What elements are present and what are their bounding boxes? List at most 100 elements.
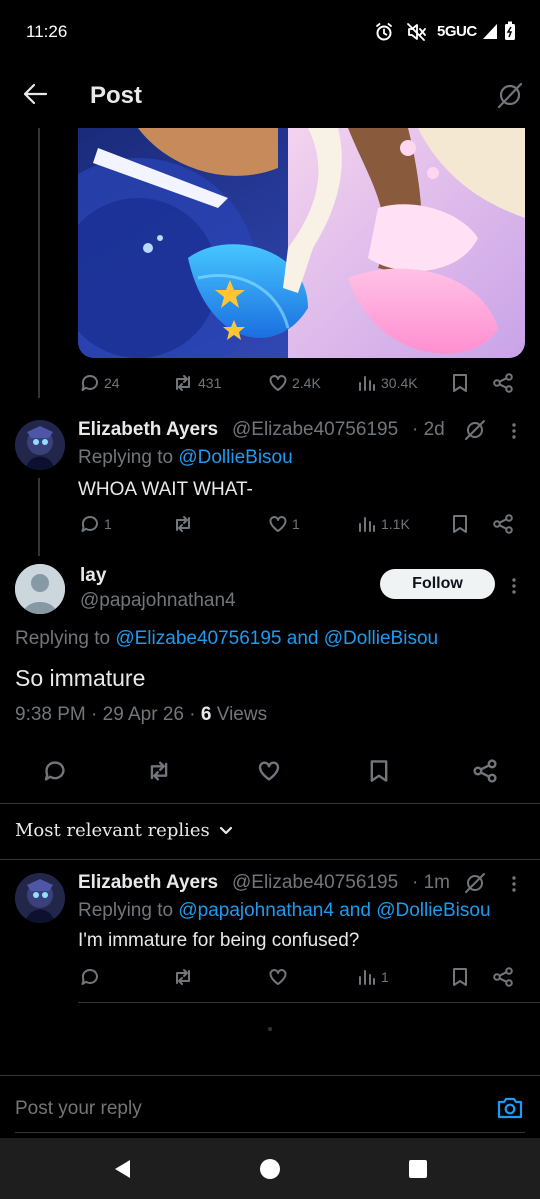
author-name[interactable]: Elizabeth Ayers — [78, 872, 218, 894]
heart-icon — [268, 514, 288, 534]
repost-icon[interactable] — [146, 759, 172, 783]
avatar[interactable] — [15, 420, 65, 470]
author-name[interactable]: lay — [80, 565, 106, 587]
heart-icon[interactable] — [257, 759, 281, 783]
like-action[interactable]: 2.4K — [268, 373, 321, 393]
reply-action[interactable]: 1 — [80, 514, 112, 534]
reply-text: I'm immature for being confused? — [78, 930, 360, 951]
avatar-illustration — [15, 420, 65, 470]
share-icon[interactable] — [492, 967, 514, 987]
bookmark-icon[interactable] — [451, 514, 469, 534]
avatar-illustration — [15, 873, 65, 923]
repost-count: 431 — [198, 375, 222, 391]
author-name[interactable]: Elizabeth Ayers — [78, 419, 218, 441]
views-label: Views — [216, 704, 268, 725]
views-count: 30.4K — [381, 375, 418, 391]
more-icon[interactable] — [510, 874, 518, 894]
camera-icon[interactable] — [496, 1095, 524, 1121]
views-icon — [357, 373, 377, 393]
loading-indicator — [268, 1027, 272, 1031]
nav-recents-icon[interactable] — [408, 1159, 428, 1179]
bookmark-icon[interactable] — [368, 759, 390, 783]
post-image[interactable] — [78, 128, 525, 358]
replying-prefix: Replying to — [78, 447, 174, 468]
author-handle[interactable]: @Elizabe40756195 — [232, 419, 398, 441]
views-action[interactable]: 30.4K — [357, 373, 418, 393]
like-count: 1 — [292, 516, 300, 532]
views-count: 1 — [381, 969, 389, 985]
reply-input[interactable] — [15, 1094, 475, 1124]
reply-text: WHOA WAIT WHAT- — [78, 479, 253, 500]
post-meta: 9:38 PM · 29 Apr 26 · 6 Views — [15, 704, 267, 726]
author-handle[interactable]: @papajohnathan4 — [80, 590, 236, 612]
repost-icon[interactable] — [172, 967, 194, 987]
system-nav-bar — [0, 1138, 540, 1199]
default-avatar-icon — [15, 564, 65, 614]
network-label: 5GUC — [437, 23, 477, 40]
share-icon[interactable] — [492, 373, 514, 393]
divider — [0, 803, 540, 804]
more-icon[interactable] — [510, 421, 518, 441]
mute-icon — [406, 23, 426, 41]
post-time: · 1m — [412, 872, 450, 893]
replies-sort-dropdown[interactable]: Most relevant replies — [15, 820, 234, 841]
nav-back-icon[interactable] — [112, 1158, 134, 1180]
like-count: 2.4K — [292, 375, 321, 391]
views-count: 1.1K — [381, 516, 410, 532]
battery-icon — [504, 21, 516, 41]
avatar[interactable] — [15, 873, 65, 923]
replying-to-link[interactable]: @DollieBisou — [178, 447, 292, 468]
repost-icon — [172, 373, 194, 393]
reply-icon[interactable] — [43, 759, 67, 783]
repost-action[interactable] — [172, 514, 198, 534]
chevron-down-icon — [218, 825, 234, 837]
reply-count: 1 — [104, 516, 112, 532]
divider — [0, 1075, 540, 1076]
bookmark-icon[interactable] — [451, 373, 469, 393]
share-icon[interactable] — [472, 759, 498, 783]
share-icon[interactable] — [492, 514, 514, 534]
views-icon — [357, 967, 377, 987]
alarm-icon — [374, 22, 394, 42]
back-arrow-icon[interactable] — [22, 82, 48, 106]
reply-action[interactable]: 24 — [80, 373, 120, 393]
repost-action[interactable]: 431 — [172, 373, 221, 393]
reply-icon — [80, 373, 100, 393]
replying-to: Replying to @DollieBisou — [78, 447, 293, 469]
status-time: 11:26 — [26, 22, 68, 41]
views-number: 6 — [200, 704, 212, 725]
reply-count: 24 — [104, 375, 120, 391]
nav-home-icon[interactable] — [259, 1158, 281, 1180]
reply-icon[interactable] — [80, 967, 100, 987]
bookmark-icon[interactable] — [451, 967, 469, 987]
divider — [0, 859, 540, 860]
mermaid-illustration — [78, 128, 525, 358]
thread-line — [38, 478, 40, 556]
avatar[interactable] — [15, 564, 65, 614]
replying-to-link[interactable]: @Elizabe40756195 and @DollieBisou — [115, 628, 438, 649]
more-icon[interactable] — [510, 576, 518, 596]
grok-icon[interactable] — [496, 81, 524, 109]
repost-icon — [172, 514, 194, 534]
author-handle[interactable]: @Elizabe40756195 — [232, 872, 398, 894]
views-action[interactable]: 1 — [357, 967, 389, 987]
views-action[interactable]: 1.1K — [357, 514, 410, 534]
follow-button[interactable]: Follow — [380, 569, 495, 599]
replying-to-link[interactable]: @papajohnathan4 and @DollieBisou — [178, 900, 490, 921]
grok-icon[interactable] — [464, 419, 486, 441]
like-action[interactable]: 1 — [268, 514, 300, 534]
page-title: Post — [90, 82, 143, 109]
replying-to: Replying to @Elizabe40756195 and @Dollie… — [15, 628, 438, 650]
thread-line — [38, 128, 40, 398]
replies-sort-label: Most relevant replies — [15, 820, 210, 841]
heart-icon[interactable] — [268, 967, 288, 987]
replying-to: Replying to @papajohnathan4 and @DollieB… — [78, 900, 491, 922]
views-icon — [357, 514, 377, 534]
heart-icon — [268, 373, 288, 393]
top-app-bar: Post — [0, 64, 540, 128]
post-time: · 2d — [412, 419, 445, 440]
divider — [78, 1002, 540, 1003]
grok-icon[interactable] — [464, 872, 486, 894]
replying-prefix: Replying to — [15, 628, 111, 649]
divider — [15, 1132, 525, 1133]
